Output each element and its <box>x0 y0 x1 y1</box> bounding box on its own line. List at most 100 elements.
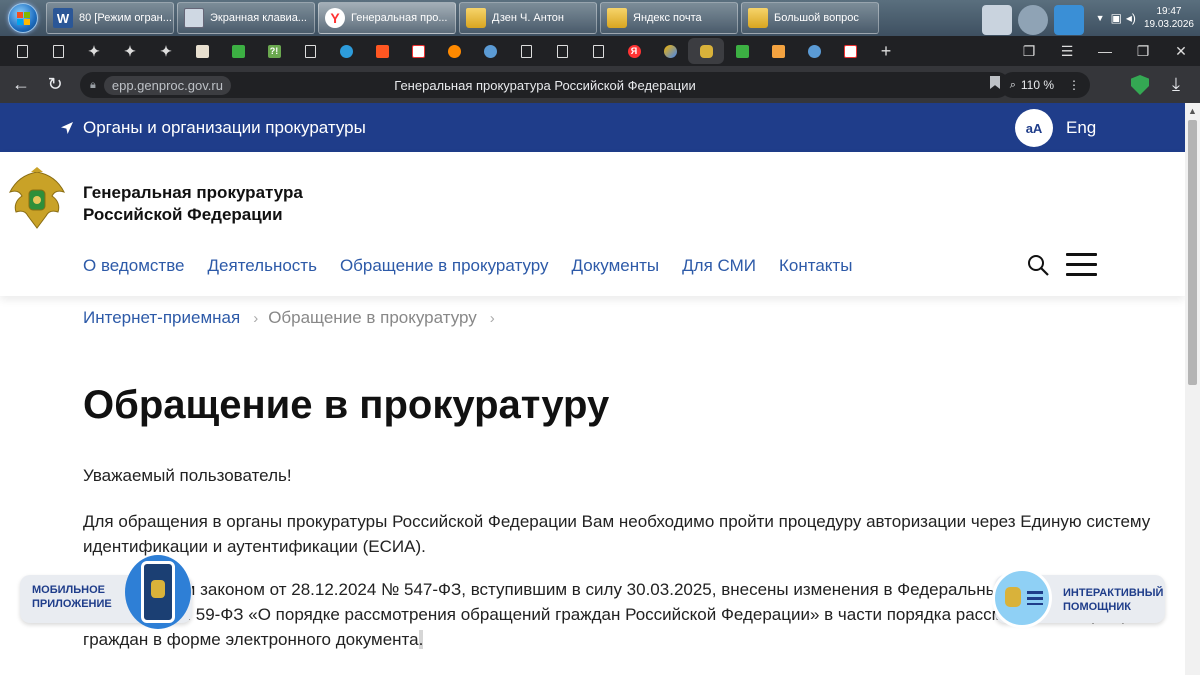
orgs-link[interactable]: Органы и организации прокуратуры <box>61 118 366 138</box>
domain-pill[interactable]: epp.genproc.gov.ru <box>103 75 231 95</box>
dots-icon <box>339 44 353 58</box>
prosecutor-emblem-icon <box>699 44 713 58</box>
mobile-app-label-line1: МОБИЛЬНОЕ <box>32 584 105 596</box>
taskbar-item-label: 80 [Режим огран... <box>79 12 172 24</box>
page-title: Обращение в прокуратуру <box>83 383 610 427</box>
prosecutor-emblem-icon[interactable] <box>6 166 68 234</box>
omnibox[interactable]: 🔒︎ epp.genproc.gov.ru Генеральная прокур… <box>80 72 1010 98</box>
site-title-line1: Генеральная прокуратура <box>83 183 303 202</box>
protect-shield-icon[interactable] <box>1131 75 1149 95</box>
lock-icon[interactable]: 🔒︎ <box>90 79 96 92</box>
pinned-tab[interactable] <box>580 38 616 64</box>
clock[interactable]: 19:47 19.03.2026 <box>1144 5 1194 31</box>
minimize-icon[interactable]: — <box>1086 43 1124 59</box>
hamburger-menu-icon[interactable] <box>1066 253 1097 276</box>
pinned-tab[interactable] <box>292 38 328 64</box>
pinned-tab[interactable] <box>760 38 796 64</box>
language-switch[interactable]: Eng <box>1066 118 1096 138</box>
pinned-tab[interactable] <box>508 38 544 64</box>
download-icon[interactable]: ⤓ <box>1172 74 1180 95</box>
start-button[interactable] <box>0 0 46 36</box>
pinned-tab[interactable] <box>724 38 760 64</box>
pinned-tab[interactable] <box>652 38 688 64</box>
browser-tab-strip: ✦ ✦ ✦ ?! Я + ❐ ☰ — ❐ ✕ <box>0 36 1200 66</box>
document-icon <box>52 44 64 58</box>
back-arrow-icon[interactable]: ← <box>4 74 38 95</box>
site-title[interactable]: Генеральная прокуратура Российской Федер… <box>83 182 303 226</box>
pinned-tab[interactable] <box>184 38 220 64</box>
more-dots-icon[interactable]: ⋮ <box>1068 78 1080 92</box>
list-lines-icon <box>1027 591 1043 605</box>
nav-media[interactable]: Для СМИ <box>682 256 756 276</box>
pinned-tab[interactable] <box>4 38 40 64</box>
pinned-tab[interactable] <box>220 38 256 64</box>
pinned-tab[interactable] <box>472 38 508 64</box>
active-tab[interactable] <box>688 38 724 64</box>
pinned-tab[interactable]: ✦ <box>76 38 112 64</box>
nav-about[interactable]: О ведомстве <box>83 256 185 276</box>
pinned-tab[interactable] <box>40 38 76 64</box>
zoom-indicator[interactable]: ⌕ 110 % ⋮ <box>999 72 1090 98</box>
yandex-browser-icon: Y <box>325 8 345 28</box>
clock-time: 19:47 <box>1156 6 1182 17</box>
plus-icon: + <box>880 40 892 61</box>
pdf-icon <box>843 44 857 58</box>
reload-icon[interactable]: ↻ <box>38 74 72 95</box>
pinned-tab[interactable] <box>832 38 868 64</box>
address-bar: ← ↻ 🔒︎ epp.genproc.gov.ru Генеральная пр… <box>0 66 1200 103</box>
breadcrumb-link[interactable]: Интернет-приемная <box>83 308 240 328</box>
pinned-tab[interactable]: ?! <box>256 38 292 64</box>
search-icon[interactable] <box>1027 254 1049 276</box>
sparkle-icon: ✦ <box>160 42 172 59</box>
windows-taskbar: W 80 [Режим огран... Экранная клавиа... … <box>0 0 1200 36</box>
taskbar-item-folder-mail[interactable]: Яндекс почта <box>600 2 738 34</box>
greeting-text: Уважаемый пользователь! <box>83 466 292 485</box>
law-notice-tail: . <box>418 630 424 649</box>
pinned-tab[interactable] <box>796 38 832 64</box>
tray-expand-icon[interactable]: ▼ <box>1096 13 1105 23</box>
pinned-tab[interactable]: ✦ <box>112 38 148 64</box>
gear-icon[interactable] <box>1017 4 1048 35</box>
network-icon[interactable]: ▣ <box>1111 11 1122 25</box>
browser-menu-icon[interactable]: ☰ <box>1048 43 1086 60</box>
assistant-avatar-icon[interactable] <box>992 568 1052 628</box>
font-size-button[interactable]: аА <box>1015 109 1053 147</box>
volume-icon[interactable]: ◂) <box>1126 11 1136 25</box>
pinned-tab[interactable] <box>400 38 436 64</box>
taskbar-item-word[interactable]: W 80 [Режим огран... <box>46 2 174 34</box>
scroll-up-arrow-icon[interactable]: ▲ <box>1185 103 1200 119</box>
taskbar-item-browser[interactable]: Y Генеральная про... <box>318 2 456 34</box>
pinned-tab[interactable]: Я <box>616 38 652 64</box>
folder-icon <box>607 8 627 28</box>
pinned-tab[interactable] <box>328 38 364 64</box>
snipping-tool-icon[interactable] <box>981 4 1012 35</box>
taskbar-item-label: Генеральная про... <box>351 12 448 24</box>
keyboard-icon <box>184 8 204 28</box>
taskbar-item-folder-question[interactable]: Большой вопрос <box>741 2 879 34</box>
nav-contacts[interactable]: Контакты <box>779 256 852 276</box>
search-magnifier-icon <box>447 44 461 58</box>
windows-start-icon <box>8 3 38 33</box>
pinned-tab[interactable] <box>544 38 580 64</box>
scrollbar-thumb[interactable] <box>1188 120 1197 385</box>
pinned-tab[interactable] <box>364 38 400 64</box>
taskbar-item-folder-dzen[interactable]: Дзен Ч. Антон <box>459 2 597 34</box>
clock-date: 19.03.2026 <box>1143 19 1194 30</box>
nav-appeal[interactable]: Обращение в прокуратуру <box>340 256 549 276</box>
close-icon[interactable]: ✕ <box>1162 43 1200 60</box>
main-nav: О ведомстве Деятельность Обращение в про… <box>83 256 875 276</box>
pdf-icon <box>411 44 425 58</box>
nav-activity[interactable]: Деятельность <box>208 256 317 276</box>
tab-manager-icon[interactable]: ❐ <box>1010 43 1048 60</box>
document-icon <box>592 44 604 58</box>
mobile-phone-icon[interactable] <box>125 555 191 629</box>
nav-documents[interactable]: Документы <box>572 256 660 276</box>
control-panel-icon[interactable] <box>1053 4 1084 35</box>
document-icon <box>16 44 28 58</box>
page-scrollbar[interactable]: ▲ <box>1185 103 1200 675</box>
new-tab-button[interactable]: + <box>868 38 904 64</box>
restore-icon[interactable]: ❐ <box>1124 43 1162 60</box>
taskbar-item-keyboard[interactable]: Экранная клавиа... <box>177 2 315 34</box>
pinned-tab[interactable]: ✦ <box>148 38 184 64</box>
pinned-tab[interactable] <box>436 38 472 64</box>
